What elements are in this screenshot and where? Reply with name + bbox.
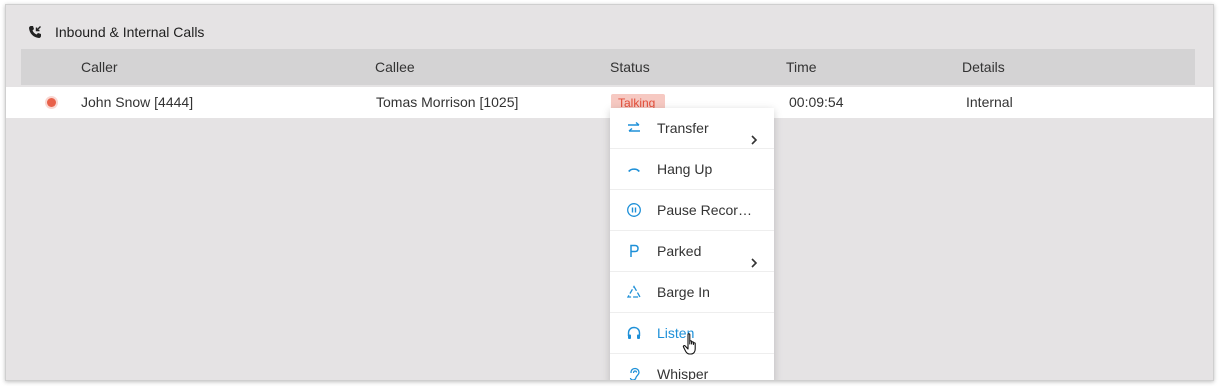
menu-item-label: Transfer (657, 120, 709, 136)
park-p-icon (626, 243, 642, 259)
column-header-caller: Caller (81, 59, 118, 75)
column-header-status: Status (610, 59, 650, 75)
pause-circle-icon (626, 202, 642, 218)
menu-item-label: Pause Recordi... (657, 202, 757, 218)
transfer-arrows-icon (626, 120, 642, 136)
barge-in-icon (626, 284, 642, 300)
chevron-right-icon (750, 122, 758, 145)
panel-header: Inbound & Internal Calls (28, 22, 204, 42)
time-cell: 00:09:54 (789, 94, 844, 110)
column-header-callee: Callee (375, 59, 415, 75)
chevron-right-icon (750, 245, 758, 268)
column-header-details: Details (962, 59, 1005, 75)
menu-item-parked[interactable]: Parked (610, 231, 774, 272)
whisper-ear-icon (626, 366, 642, 380)
headphones-icon (626, 325, 642, 341)
hang-up-icon (626, 161, 642, 177)
caller-cell: John Snow [4444] (81, 94, 194, 110)
menu-item-label: Barge In (657, 284, 710, 300)
details-cell: Internal (966, 94, 1013, 110)
active-call-indicator-icon (47, 98, 56, 107)
calls-panel: Inbound & Internal Calls Caller Callee S… (5, 4, 1214, 381)
column-header-time: Time (786, 59, 817, 75)
chevron-right-icon (750, 368, 758, 380)
menu-item-label: Parked (657, 243, 702, 259)
menu-item-hang-up[interactable]: Hang Up (610, 149, 774, 190)
menu-item-label: Whisper (657, 366, 709, 381)
callee-cell: Tomas Morrison [1025] (376, 94, 519, 110)
menu-item-transfer[interactable]: Transfer (610, 108, 774, 149)
hand-pointer-cursor-icon (682, 332, 702, 360)
panel-title: Inbound & Internal Calls (55, 24, 205, 40)
menu-item-barge-in[interactable]: Barge In (610, 272, 774, 313)
menu-item-pause-recording[interactable]: Pause Recordi... (610, 190, 774, 231)
table-header: Caller Callee Status Time Details (21, 49, 1195, 85)
phone-incoming-icon (28, 25, 42, 39)
menu-item-label: Hang Up (657, 161, 713, 177)
menu-item-label: Listen (657, 325, 695, 341)
